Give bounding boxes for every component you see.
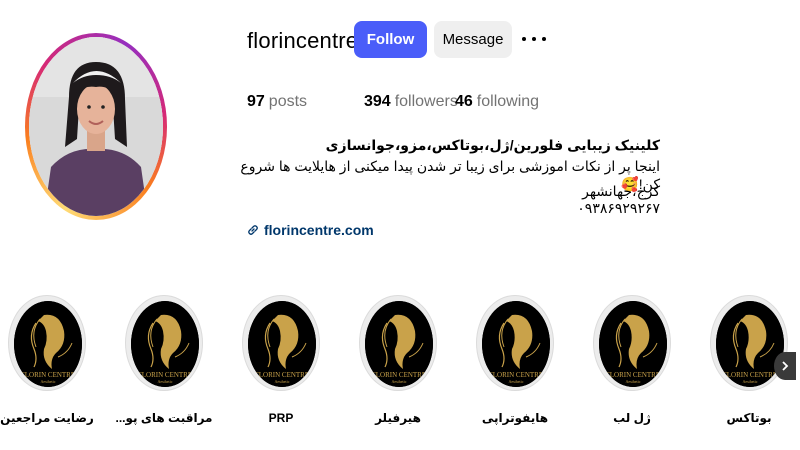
logo-subtext: Aesthetic: [40, 379, 55, 384]
highlight-item[interactable]: FLORIN CENTRE Aesthetic هایفوتراپی: [476, 295, 556, 425]
highlight-item[interactable]: FLORIN CENTRE Aesthetic مراقبت های پو...: [116, 295, 213, 425]
logo-text: FLORIN CENTRE: [723, 371, 777, 379]
highlight-label: PRP: [268, 411, 294, 425]
florin-logo-icon: FLORIN CENTREAesthetic: [131, 301, 199, 387]
posts-count: 97 posts: [247, 93, 307, 111]
highlight-ring: FLORIN CENTRE Aesthetic: [242, 295, 320, 391]
profile-avatar[interactable]: [29, 37, 163, 216]
highlight-ring: FLORIN CENTRE Aesthetic: [125, 295, 203, 391]
following-link[interactable]: 46 following: [455, 93, 539, 111]
bio-phone: ۰۹۳۸۶۹۲۹۲۶۷: [577, 200, 660, 216]
logo-text: FLORIN CENTRE: [21, 371, 75, 379]
highlight-label: ژل لب: [613, 411, 651, 425]
highlight-item[interactable]: FLORIN CENTRE Aesthetic هیرفیلر: [359, 295, 439, 425]
highlight-cover: FLORIN CENTRE Aesthetic: [248, 301, 316, 387]
avatar-portrait-illustration: [29, 37, 163, 216]
logo-subtext: Aesthetic: [157, 379, 172, 384]
highlight-label: هیرفیلر: [375, 411, 421, 425]
bio-name: کلینیک زیبایی فلورین/ژل،بوتاکس،مزو،جوانس…: [325, 137, 660, 153]
logo-text: FLORIN CENTRE: [138, 371, 192, 379]
following-label: following: [476, 93, 540, 110]
dot: [542, 37, 546, 41]
profile-avatar-ring[interactable]: [25, 33, 167, 220]
logo-subtext: Aesthetic: [274, 379, 289, 384]
highlight-ring: FLORIN CENTRE Aesthetic: [476, 295, 554, 391]
bio-website-text: florincentre.com: [264, 222, 374, 238]
logo-text: FLORIN CENTRE: [606, 371, 660, 379]
highlight-label: هایفوتراپی: [481, 411, 549, 425]
highlight-ring: FLORIN CENTRE Aesthetic: [359, 295, 437, 391]
highlights-next-arrow[interactable]: [774, 352, 796, 380]
highlight-cover: FLORIN CENTRE Aesthetic: [131, 301, 199, 387]
bio-line: کرج،جهانشهر: [582, 183, 660, 199]
highlight-label: رضایت مراجعین: [0, 411, 94, 425]
logo-subtext: Aesthetic: [508, 379, 523, 384]
highlight-cover: FLORIN CENTRE Aesthetic: [14, 301, 82, 387]
more-options-icon[interactable]: [522, 28, 546, 50]
follow-button[interactable]: Follow: [354, 21, 427, 58]
highlight-ring: FLORIN CENTRE Aesthetic: [8, 295, 86, 391]
posts-number: 97: [247, 93, 265, 110]
highlight-ring: FLORIN CENTRE Aesthetic: [593, 295, 671, 391]
followers-link[interactable]: 394 followers: [364, 93, 458, 111]
florin-logo-icon: FLORIN CENTREAesthetic: [14, 301, 82, 387]
chevron-right-icon: [782, 361, 789, 371]
florin-logo-icon: FLORIN CENTREAesthetic: [365, 301, 433, 387]
logo-text: FLORIN CENTRE: [489, 371, 543, 379]
highlight-label: بوتاکس: [726, 411, 772, 425]
highlight-item[interactable]: FLORIN CENTRE Aesthetic ژل لب: [593, 295, 673, 425]
message-button[interactable]: Message: [434, 21, 512, 58]
florin-logo-icon: FLORIN CENTREAesthetic: [248, 301, 316, 387]
bio-website-link[interactable]: florincentre.com: [247, 222, 374, 238]
link-icon: [248, 225, 258, 235]
dot: [532, 37, 536, 41]
highlight-cover: FLORIN CENTRE Aesthetic: [599, 301, 667, 387]
highlight-cover: FLORIN CENTRE Aesthetic: [716, 301, 784, 387]
logo-subtext: Aesthetic: [391, 379, 406, 384]
posts-label: posts: [268, 93, 308, 110]
logo-text: FLORIN CENTRE: [372, 371, 426, 379]
florin-logo-icon: FLORIN CENTREAesthetic: [482, 301, 550, 387]
following-number: 46: [455, 93, 473, 110]
followers-label: followers: [394, 93, 458, 110]
highlight-label: مراقبت های پو...: [115, 411, 213, 425]
highlight-item[interactable]: FLORIN CENTRE Aesthetic رضایت مراجعین: [0, 295, 94, 425]
dot: [522, 37, 526, 41]
logo-text: FLORIN CENTRE: [255, 371, 309, 379]
logo-subtext: Aesthetic: [625, 379, 640, 384]
florin-logo-icon: FLORIN CENTREAesthetic: [599, 301, 667, 387]
highlight-cover: FLORIN CENTRE Aesthetic: [482, 301, 550, 387]
highlight-ring: FLORIN CENTRE Aesthetic: [710, 295, 788, 391]
highlight-item[interactable]: FLORIN CENTRE Aesthetic PRP: [242, 295, 322, 425]
followers-number: 394: [364, 93, 391, 110]
logo-subtext: Aesthetic: [742, 379, 757, 384]
profile-username: florincentre: [247, 28, 359, 53]
highlight-cover: FLORIN CENTRE Aesthetic: [365, 301, 433, 387]
florin-logo-icon: FLORIN CENTREAesthetic: [716, 301, 784, 387]
